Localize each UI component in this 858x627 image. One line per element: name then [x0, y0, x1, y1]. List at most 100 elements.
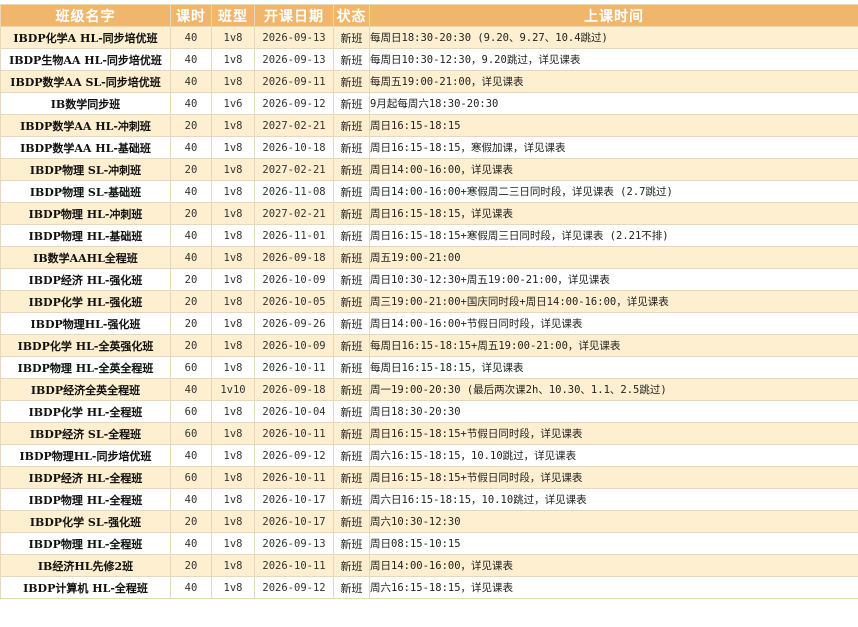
header-status: 状态	[333, 4, 370, 27]
cell-start-date: 2026-09-18	[254, 378, 334, 401]
cell-class-time: 周日16:15-18:15	[369, 114, 858, 137]
cell-class-name: IBDP物理 SL-冲刺班	[0, 158, 171, 181]
cell-status: 新班	[333, 444, 370, 467]
cell-start-date: 2026-10-11	[254, 422, 334, 445]
cell-start-date: 2026-10-17	[254, 488, 334, 511]
table-row: IBDP物理HL-强化班 20 1v8 2026-09-26 新班 周日14:00-16:…	[0, 312, 858, 335]
cell-class-type: 1v8	[211, 576, 255, 599]
cell-class-type: 1v8	[211, 136, 255, 159]
header-row: 班级名字 课时 班型 开课日期 状态 上课时间	[0, 4, 858, 27]
cell-class-name: IBDP经济全英全程班	[0, 378, 171, 401]
cell-start-date: 2026-09-11	[254, 70, 334, 93]
cell-class-name: IBDP物理 SL-基础班	[0, 180, 171, 203]
cell-start-date: 2026-10-05	[254, 290, 334, 313]
cell-class-time: 周五19:00-21:00	[369, 246, 858, 269]
table-row: IBDP化学 HL-强化班 20 1v8 2026-10-05 新班 周三19:00-21…	[0, 290, 858, 313]
cell-status: 新班	[333, 136, 370, 159]
cell-hours: 40	[170, 246, 212, 269]
header-class-type: 班型	[211, 4, 255, 27]
cell-class-type: 1v8	[211, 290, 255, 313]
cell-class-type: 1v8	[211, 488, 255, 511]
cell-start-date: 2026-09-12	[254, 576, 334, 599]
table-row: IBDP经济 SL-全程班 60 1v8 2026-10-11 新班 周日16:15-18…	[0, 422, 858, 445]
cell-hours: 40	[170, 136, 212, 159]
table-row: IBDP化学 SL-强化班 20 1v8 2026-10-17 新班 周六10:30-12…	[0, 510, 858, 533]
table-row: IBDP物理 HL-全程班 40 1v8 2026-10-17 新班 周六日16:15-1…	[0, 488, 858, 511]
cell-hours: 40	[170, 48, 212, 71]
header-class-time: 上课时间	[369, 4, 858, 27]
cell-class-name: IB经济HL先修2班	[0, 554, 171, 577]
cell-hours: 40	[170, 378, 212, 401]
cell-hours: 20	[170, 158, 212, 181]
cell-hours: 40	[170, 180, 212, 203]
cell-start-date: 2026-10-18	[254, 136, 334, 159]
cell-class-name: IBDP化学 SL-强化班	[0, 510, 171, 533]
cell-class-type: 1v8	[211, 356, 255, 379]
cell-hours: 40	[170, 576, 212, 599]
cell-class-name: IBDP物理 HL-全程班	[0, 532, 171, 555]
cell-class-time: 周日14:00-16:00+寒假周二三日同时段，详见课表 (2.7跳过)	[369, 180, 858, 203]
cell-class-time: 每周日16:15-18:15，详见课表	[369, 356, 858, 379]
cell-class-name: IBDP物理 HL-全程班	[0, 488, 171, 511]
cell-class-time: 每周五19:00-21:00，详见课表	[369, 70, 858, 93]
cell-class-time: 周六日16:15-18:15，10.10跳过，详见课表	[369, 488, 858, 511]
cell-class-time: 每周日10:30-12:30，9.20跳过，详见课表	[369, 48, 858, 71]
table-row: IBDP物理HL-同步培优班 40 1v8 2026-09-12 新班 周六16:15-1…	[0, 444, 858, 467]
cell-class-name: IBDP物理 HL-全英全程班	[0, 356, 171, 379]
table-row: IBDP计算机 HL-全程班 40 1v8 2026-09-12 新班 周六16:15-1…	[0, 576, 858, 599]
cell-class-time: 周日14:00-16:00，详见课表	[369, 158, 858, 181]
cell-class-type: 1v8	[211, 312, 255, 335]
cell-status: 新班	[333, 488, 370, 511]
cell-start-date: 2026-09-12	[254, 92, 334, 115]
cell-hours: 20	[170, 334, 212, 357]
cell-class-type: 1v8	[211, 246, 255, 269]
table-row: IB数学同步班 40 1v6 2026-09-12 新班 9月起每周六18:30-20:3…	[0, 92, 858, 115]
cell-class-name: IBDP生物AA HL-同步培优班	[0, 48, 171, 71]
cell-hours: 20	[170, 290, 212, 313]
table-row: IBDP化学 HL-全程班 60 1v8 2026-10-04 新班 周日18:30-20…	[0, 400, 858, 423]
cell-start-date: 2026-10-17	[254, 510, 334, 533]
cell-hours: 60	[170, 400, 212, 423]
cell-status: 新班	[333, 334, 370, 357]
cell-hours: 40	[170, 532, 212, 555]
cell-status: 新班	[333, 510, 370, 533]
cell-hours: 20	[170, 312, 212, 335]
cell-start-date: 2026-10-11	[254, 554, 334, 577]
cell-class-type: 1v8	[211, 466, 255, 489]
cell-class-time: 周日16:15-18:15+节假日同时段，详见课表	[369, 422, 858, 445]
cell-class-type: 1v8	[211, 510, 255, 533]
header-start-date: 开课日期	[254, 4, 334, 27]
cell-hours: 40	[170, 70, 212, 93]
cell-class-name: IBDP经济 SL-全程班	[0, 422, 171, 445]
cell-class-name: IBDP经济 HL-全程班	[0, 466, 171, 489]
cell-class-type: 1v8	[211, 444, 255, 467]
cell-class-type: 1v8	[211, 400, 255, 423]
cell-hours: 60	[170, 356, 212, 379]
table-row: IBDP物理 HL-冲刺班 20 1v8 2027-02-21 新班 周日16:15-18…	[0, 202, 858, 225]
cell-status: 新班	[333, 576, 370, 599]
cell-class-type: 1v8	[211, 334, 255, 357]
cell-start-date: 2026-10-09	[254, 268, 334, 291]
cell-status: 新班	[333, 356, 370, 379]
cell-start-date: 2026-09-13	[254, 532, 334, 555]
cell-start-date: 2027-02-21	[254, 114, 334, 137]
cell-class-time: 周日14:00-16:00+节假日同时段，详见课表	[369, 312, 858, 335]
cell-class-type: 1v8	[211, 26, 255, 49]
cell-class-time: 周日16:15-18:15+寒假周三日同时段，详见课表 (2.21不排)	[369, 224, 858, 247]
cell-class-name: IB数学同步班	[0, 92, 171, 115]
table-row: IBDP物理 HL-全英全程班 60 1v8 2026-10-11 新班 每周日16:15…	[0, 356, 858, 379]
table-row: IBDP经济 HL-全程班 60 1v8 2026-10-11 新班 周日16:15-18…	[0, 466, 858, 489]
cell-class-name: IBDP物理HL-强化班	[0, 312, 171, 335]
cell-status: 新班	[333, 224, 370, 247]
cell-class-time: 周日16:15-18:15，详见课表	[369, 202, 858, 225]
cell-hours: 40	[170, 224, 212, 247]
header-hours: 课时	[170, 4, 212, 27]
cell-class-time: 周日18:30-20:30	[369, 400, 858, 423]
cell-status: 新班	[333, 114, 370, 137]
cell-class-type: 1v8	[211, 224, 255, 247]
cell-start-date: 2026-10-09	[254, 334, 334, 357]
cell-class-type: 1v8	[211, 554, 255, 577]
cell-class-name: IBDP数学AA HL-基础班	[0, 136, 171, 159]
cell-status: 新班	[333, 92, 370, 115]
cell-class-time: 周日14:00-16:00，详见课表	[369, 554, 858, 577]
